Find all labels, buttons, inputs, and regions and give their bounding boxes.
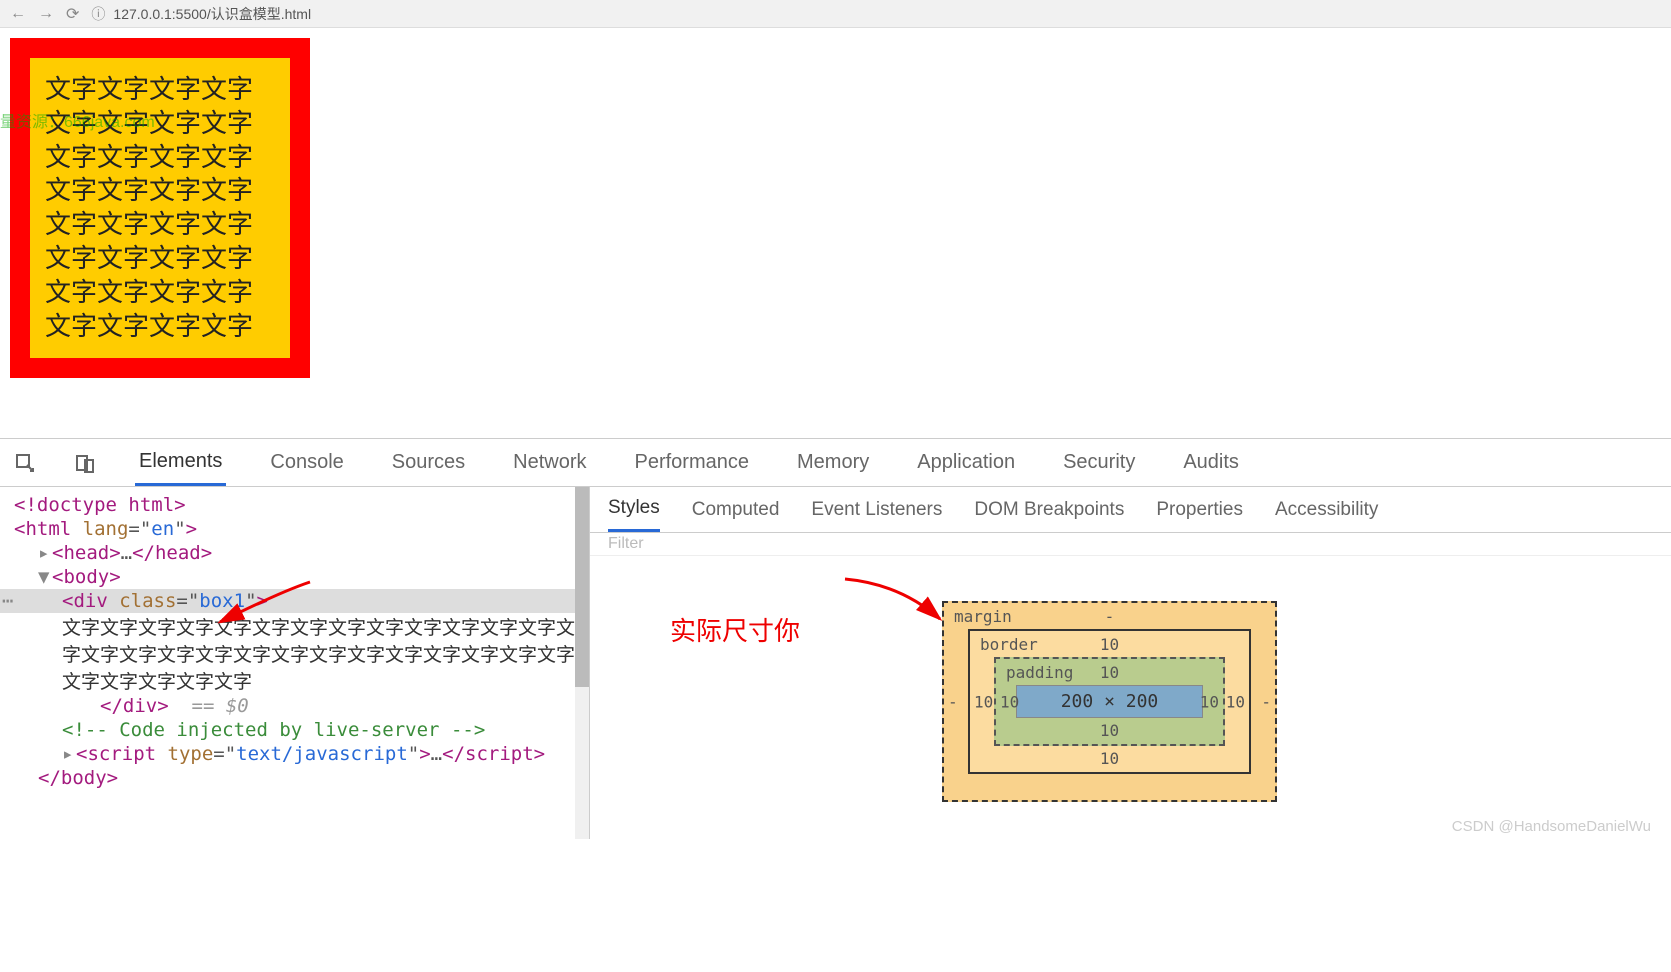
devtools-body: <!doctype html> <html lang="en"> ▸<head>… — [0, 487, 1671, 839]
page-viewport: 量资源：666java.com 文字文字文字文字文字文字文字文字文字文字文字文字… — [0, 28, 1671, 438]
tab-performance[interactable]: Performance — [631, 439, 754, 486]
styles-filter[interactable]: Filter — [590, 533, 1671, 556]
watermark-text: 量资源：666java.com — [0, 108, 155, 132]
tab-computed[interactable]: Computed — [692, 487, 780, 532]
tab-event-listeners[interactable]: Event Listeners — [811, 487, 942, 532]
padding-label: padding — [1006, 663, 1073, 682]
elements-tree[interactable]: <!doctype html> <html lang="en"> ▸<head>… — [0, 487, 590, 839]
tab-network[interactable]: Network — [509, 439, 590, 486]
border-top: 10 — [1100, 635, 1119, 654]
scrollbar-thumb[interactable] — [575, 487, 589, 687]
back-icon[interactable]: ← — [10, 5, 26, 23]
tab-sources[interactable]: Sources — [388, 439, 469, 486]
border-right: 10 — [1226, 692, 1245, 711]
tab-accessibility[interactable]: Accessibility — [1275, 487, 1378, 532]
tab-security[interactable]: Security — [1059, 439, 1139, 486]
devtools-tabs: Elements Console Sources Network Perform… — [0, 439, 1671, 487]
margin-label: margin — [954, 607, 1012, 626]
styles-tabs: Styles Computed Event Listeners DOM Brea… — [590, 487, 1671, 533]
margin-left: - — [948, 692, 958, 711]
margin-right: - — [1261, 692, 1271, 711]
padding-top: 10 — [1100, 663, 1119, 682]
demo-box: 文字文字文字文字文字文字文字文字文字文字文字文字文字文字文字文字文字文字文字文字… — [10, 38, 310, 378]
forward-icon[interactable]: → — [38, 5, 54, 23]
tab-elements[interactable]: Elements — [135, 439, 226, 486]
styles-content: 实际尺寸你 margin - - - border 10 10 — [590, 556, 1671, 839]
device-icon[interactable] — [75, 453, 95, 473]
padding-bottom: 10 — [1100, 721, 1119, 740]
border-label: border — [980, 635, 1038, 654]
inspect-icon[interactable] — [15, 453, 35, 473]
border-bottom: 10 — [1100, 749, 1119, 768]
csdn-watermark: CSDN @HandsomeDanielWu — [1452, 818, 1651, 835]
tab-console[interactable]: Console — [266, 439, 347, 486]
box-model-diagram[interactable]: margin - - - border 10 10 10 10 padding — [942, 601, 1277, 802]
margin-top: - — [1105, 607, 1115, 626]
padding-right: 10 — [1200, 692, 1219, 711]
border-left: 10 — [974, 692, 993, 711]
content-size: 200 × 200 — [1016, 685, 1203, 718]
tab-audits[interactable]: Audits — [1179, 439, 1243, 486]
annotation-text: 实际尺寸你 — [670, 611, 800, 648]
styles-panel: Styles Computed Event Listeners DOM Brea… — [590, 487, 1671, 839]
browser-toolbar: ← → ⟳ ⓘ 127.0.0.1:5500/认识盒模型.html — [0, 0, 1671, 28]
tab-styles[interactable]: Styles — [608, 487, 660, 532]
url-bar[interactable]: ⓘ 127.0.0.1:5500/认识盒模型.html — [91, 4, 311, 24]
tab-application[interactable]: Application — [913, 439, 1019, 486]
tab-memory[interactable]: Memory — [793, 439, 873, 486]
info-icon: ⓘ — [91, 4, 105, 24]
devtools-panel: Elements Console Sources Network Perform… — [0, 438, 1671, 839]
url-text: 127.0.0.1:5500/认识盒模型.html — [113, 4, 311, 24]
padding-left: 10 — [1000, 692, 1019, 711]
tab-properties[interactable]: Properties — [1156, 487, 1243, 532]
tab-dom-breakpoints[interactable]: DOM Breakpoints — [974, 487, 1124, 532]
reload-icon[interactable]: ⟳ — [66, 4, 79, 24]
